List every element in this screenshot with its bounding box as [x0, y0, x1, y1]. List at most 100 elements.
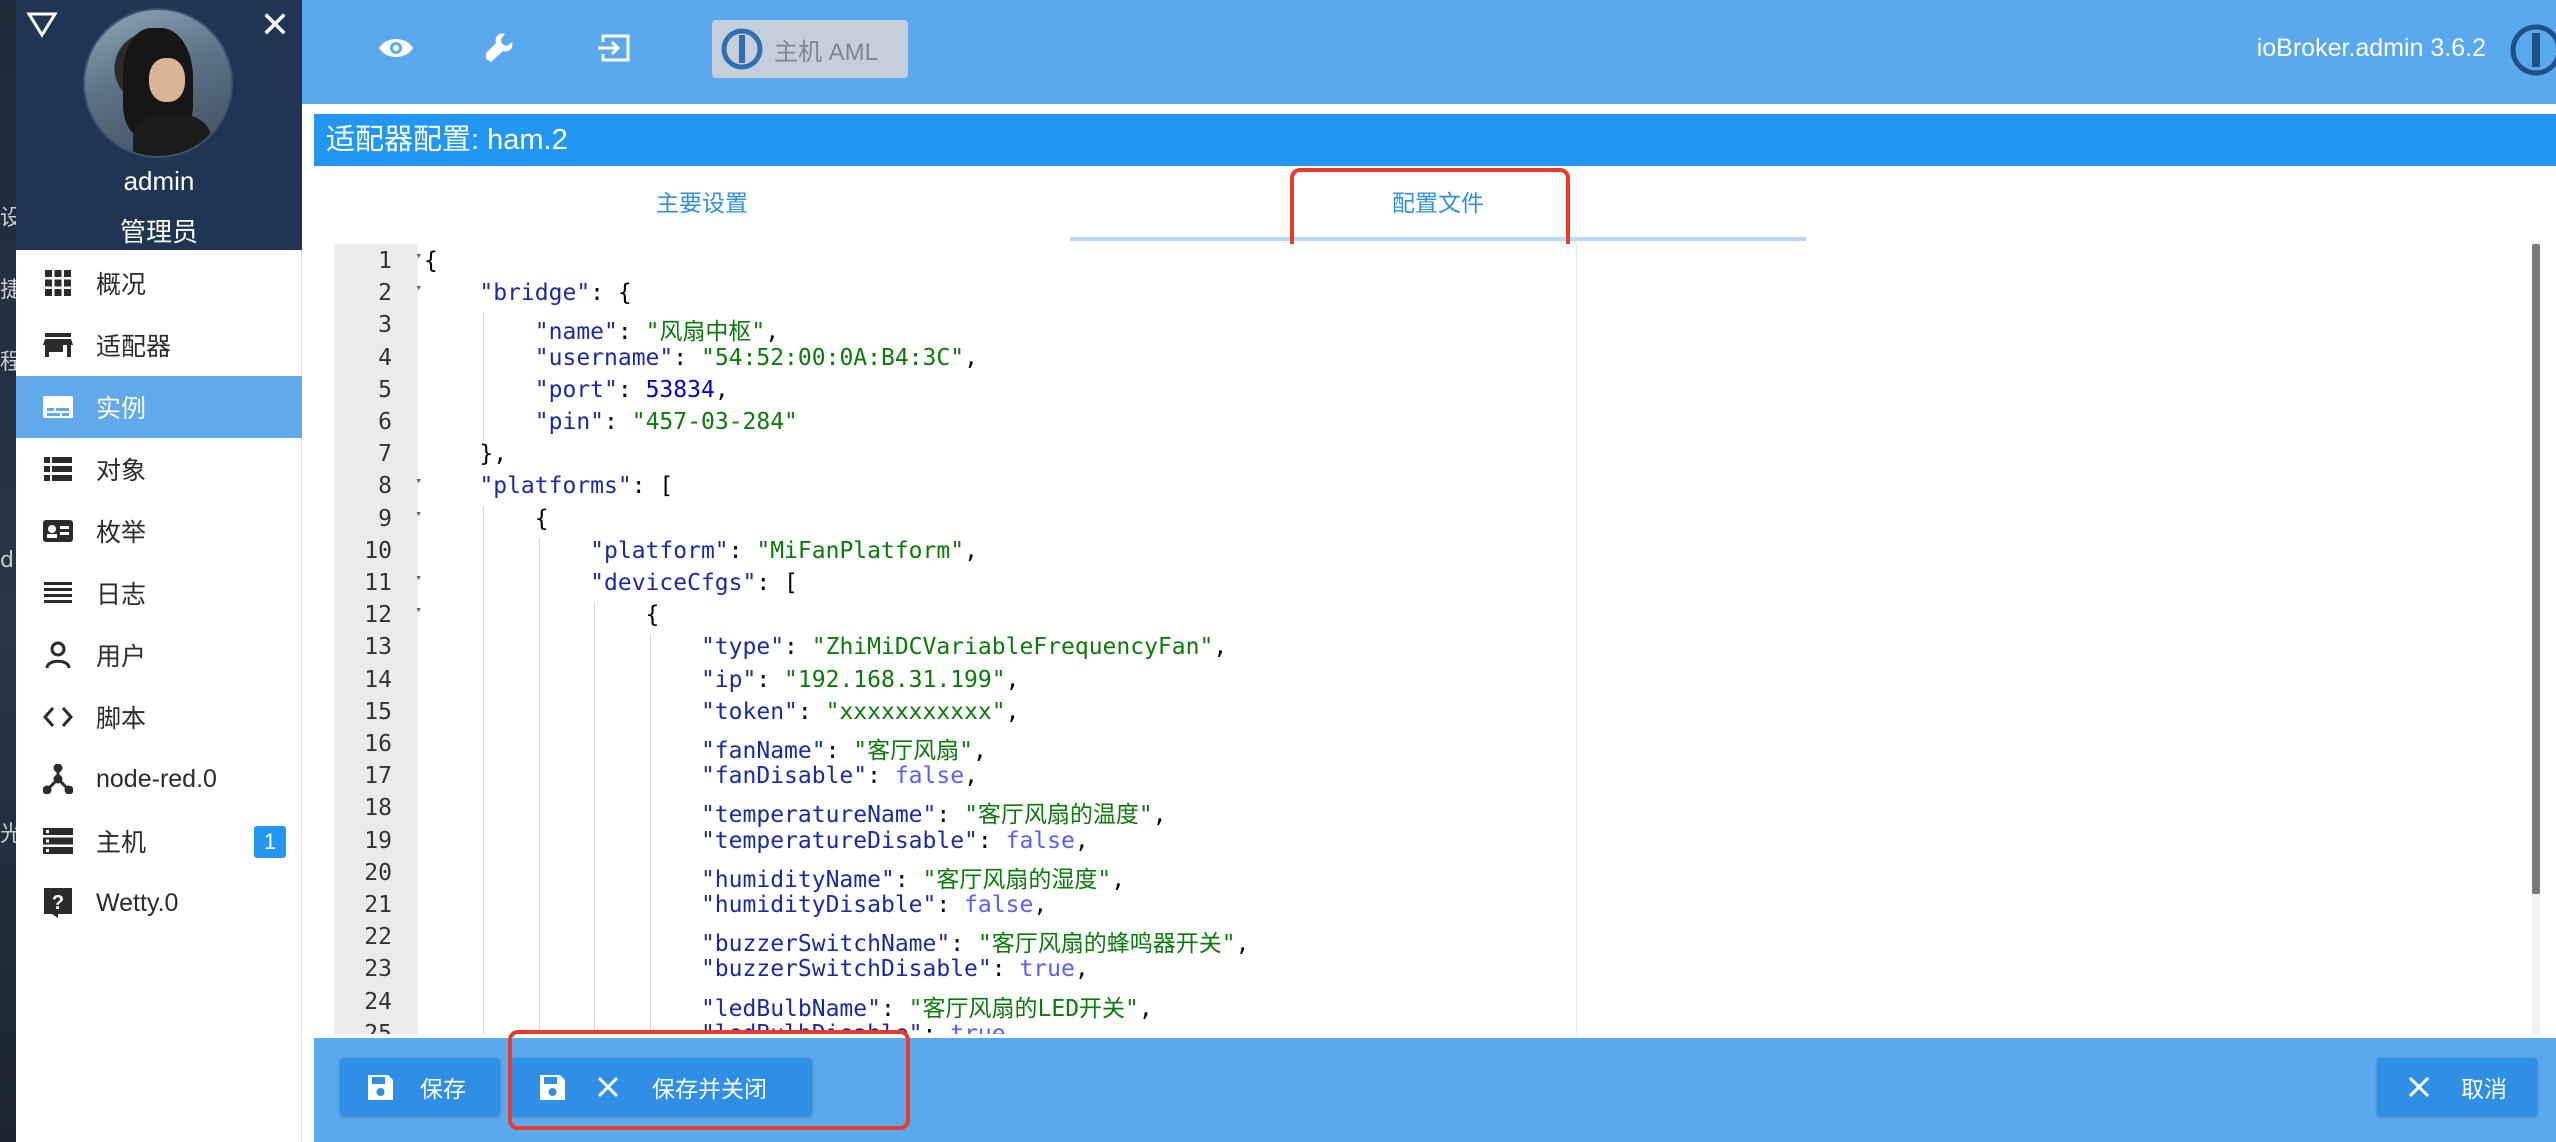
settings-button[interactable] [470, 22, 530, 78]
fold-arrow-icon[interactable]: ▾ [415, 474, 422, 487]
code-line: "temperatureDisable": false, [700, 827, 1089, 854]
instances-icon [42, 391, 74, 423]
indent-guide [649, 634, 651, 667]
sidebar-item-enums[interactable]: 枚举 [16, 500, 302, 562]
fold-arrow-icon[interactable]: ▾ [415, 571, 422, 584]
logout-button[interactable] [584, 22, 644, 78]
indent-guide [649, 827, 651, 860]
bg-glyph: d [0, 548, 14, 573]
code-icon [42, 701, 74, 733]
code-line: }, [424, 441, 508, 468]
indent-guide [649, 988, 651, 1021]
sidebar-item-label: Wetty.0 [96, 888, 179, 917]
notification-badge: 1 [254, 826, 286, 858]
cancel-button[interactable]: 取消 [2377, 1058, 2537, 1116]
sidebar-item-label: 主机 [96, 829, 147, 857]
collapse-triangle-icon[interactable] [26, 10, 58, 38]
line-number: 2 ▾ [378, 280, 422, 307]
grid-icon [42, 267, 74, 299]
bg-glyph: 捷 [0, 278, 16, 303]
save-icon [364, 1071, 396, 1103]
highlight-box-save-close [508, 1030, 910, 1130]
sidebar-item-node-red[interactable]: node-red.0 [16, 748, 302, 810]
code-line: "deviceCfgs": [ [590, 570, 798, 596]
indent-guide [538, 570, 540, 603]
bg-glyph: 设 [0, 206, 16, 231]
sidebar-item-objects[interactable]: 对象 [16, 438, 302, 500]
fold-arrow-icon[interactable]: ▾ [415, 249, 422, 262]
sidebar-item-users[interactable]: 用户 [16, 624, 302, 686]
save-button[interactable]: 保存 [340, 1058, 500, 1116]
indent-guide [483, 312, 485, 345]
user-role: 管理员 [119, 217, 198, 247]
sidebar-item-label: 脚本 [96, 705, 147, 733]
line-number: 23 [364, 956, 392, 983]
indent-guide [594, 731, 596, 764]
bg-glyph: 程 [0, 350, 16, 375]
wrench-icon [483, 31, 517, 70]
code-line: "token": "xxxxxxxxxxx", [700, 698, 1020, 725]
fold-arrow-icon[interactable]: ▾ [415, 281, 422, 294]
host-selector[interactable]: 主机 AML [712, 20, 908, 78]
code-line: "buzzerSwitchDisable": true, [700, 956, 1089, 983]
indent-guide [483, 376, 485, 409]
vertical-scrollbar[interactable] [2532, 244, 2540, 1034]
indent-guide [538, 859, 540, 892]
eye-icon [378, 36, 414, 65]
line-number: 22 [364, 924, 392, 951]
code-area[interactable]: { "bridge": { "name": "风扇中枢", "username"… [424, 244, 2524, 1034]
indent-guide [594, 924, 596, 957]
indent-guide [538, 634, 540, 667]
iobroker-brand-logo-icon [2510, 24, 2556, 76]
bg-glyph: 光 [0, 822, 16, 847]
fold-arrow-icon[interactable]: ▾ [415, 603, 422, 616]
sidebar-item-scripts[interactable]: 脚本 [16, 686, 302, 748]
indent-guide [594, 859, 596, 892]
exit-icon [597, 33, 631, 68]
print-margin [1576, 244, 1577, 1034]
indent-guide [538, 666, 540, 699]
code-line: "fanName": "客厅风扇", [700, 738, 987, 764]
indent-guide [483, 570, 485, 603]
brand-title: ioBroker.admin 3.6.2 [2256, 34, 2486, 62]
line-number: 7 [378, 441, 392, 468]
help-icon: ? [42, 887, 74, 919]
svg-text:?: ? [52, 892, 64, 914]
sidebar-item-wetty[interactable]: ? Wetty.0 [16, 872, 302, 934]
sidebar-item-adapters[interactable]: 适配器 [16, 314, 302, 376]
line-number: 11 ▾ [364, 570, 422, 596]
scrollbar-thumb[interactable] [2532, 244, 2540, 894]
indent-guide [538, 892, 540, 925]
code-line: "humidityDisable": false, [700, 892, 1048, 918]
sidebar-item-logs[interactable]: 日志 [16, 562, 302, 624]
line-number: 5 [378, 376, 392, 403]
sidebar-item-label: 实例 [96, 395, 147, 423]
code-line: "humidityName": "客厅风扇的湿度", [700, 866, 1126, 893]
tab-main-settings[interactable]: 主要设置 [334, 168, 1070, 242]
avatar[interactable] [83, 8, 233, 158]
indent-guide [483, 827, 485, 860]
indent-guide [483, 634, 485, 667]
eye-button[interactable] [366, 22, 426, 78]
line-number: 3 [378, 312, 392, 339]
line-number: 14 [364, 666, 392, 693]
enum-icon [42, 515, 74, 547]
code-line: "type": "ZhiMiDCVariableFrequencyFan", [700, 634, 1228, 661]
line-number: 24 [364, 988, 392, 1015]
indent-guide [594, 763, 596, 796]
sidebar-item-overview[interactable]: 概况 [16, 252, 302, 314]
indent-guide [483, 988, 485, 1021]
store-icon [42, 329, 74, 361]
code-line: "platforms": [ [479, 473, 674, 500]
line-number: 9 ▾ [378, 505, 422, 532]
indent-guide [538, 698, 540, 731]
fold-arrow-icon[interactable]: ▾ [415, 507, 422, 520]
code-line: "pin": "457-03-284" [534, 409, 798, 435]
indent-guide [594, 666, 596, 699]
sidebar-item-hosts[interactable]: 主机 1 [16, 810, 302, 872]
json-editor[interactable]: 1 ▾ 2 ▾ 3 4 5 6 7 8 ▾ 9 ▾ 10 11 ▾ 12 ▾ 13 14 15 16 17 18 19 20 21 2… [334, 244, 2544, 1034]
sidebar-item-instances[interactable]: 实例 [16, 376, 302, 438]
close-icon[interactable]: ✕ [260, 8, 290, 44]
hosts-icon [42, 825, 74, 857]
indent-guide [483, 859, 485, 892]
